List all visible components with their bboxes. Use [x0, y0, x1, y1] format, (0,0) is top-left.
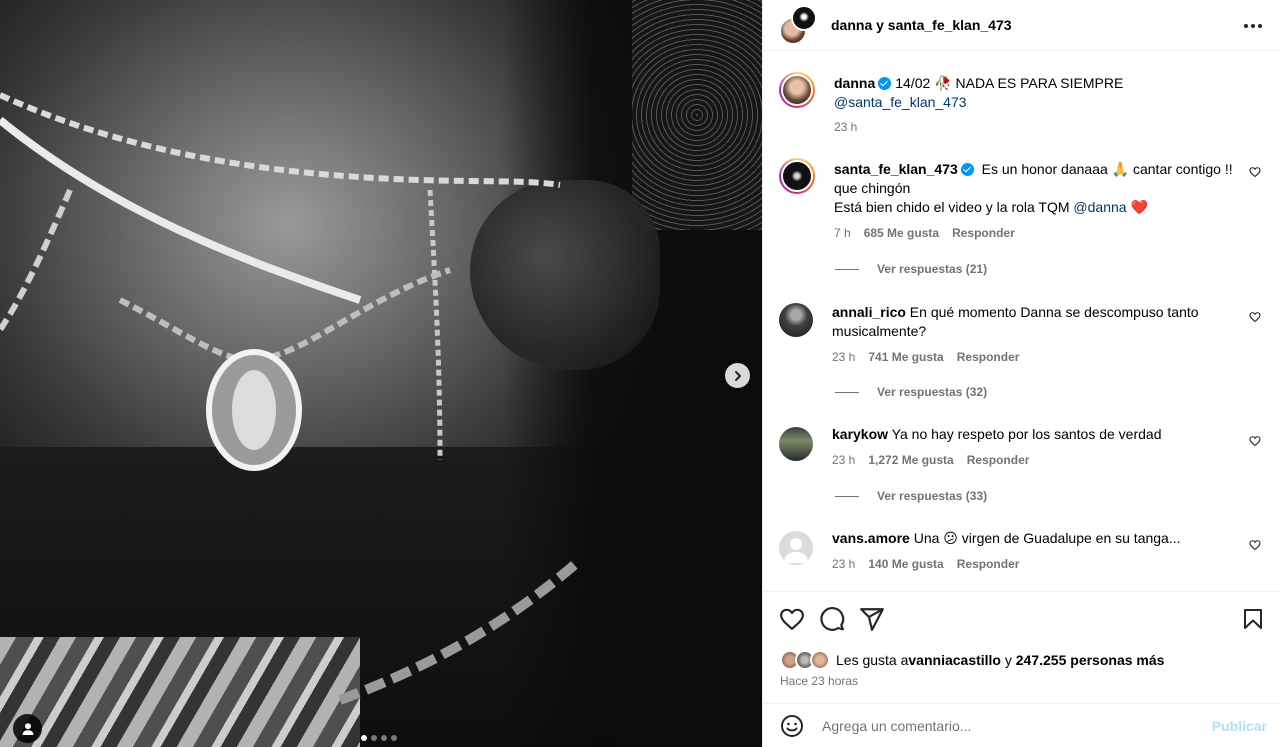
likes-summary: Les gusta a vanniacastillo y 247.255 per…: [780, 650, 1164, 670]
likes-count[interactable]: 247.255 personas más: [1016, 652, 1165, 668]
like-heart-icon[interactable]: [779, 606, 805, 632]
comment-item: karykow Ya no hay respeto por los santos…: [779, 425, 1273, 470]
post-timestamp[interactable]: Hace 23 horas: [780, 674, 858, 688]
carousel-indicator: [361, 735, 397, 741]
reply-button[interactable]: Responder: [957, 555, 1020, 574]
likes-middle: y: [1000, 652, 1016, 668]
heart-icon[interactable]: [1249, 435, 1261, 447]
comment-text: Es un honor danaaa: [977, 161, 1112, 177]
comment-text: virgen de Guadalupe en su tanga...: [957, 530, 1181, 546]
comment-time[interactable]: 7 h: [834, 224, 851, 243]
confused-emoji: 😕: [943, 530, 958, 546]
carousel-dot: [361, 735, 367, 741]
post-actions: Les gusta a vanniacastillo y 247.255 per…: [763, 591, 1280, 703]
avatar[interactable]: [791, 5, 817, 31]
instagram-post-modal: danna y santa_fe_klan_473 danna 14/02 🥀 N…: [0, 0, 1280, 747]
comment-likes[interactable]: 741 Me gusta: [868, 348, 943, 367]
emoji-icon[interactable]: [780, 714, 804, 738]
default-avatar-icon: [784, 538, 808, 563]
next-media-button[interactable]: [725, 363, 750, 388]
more-options-button[interactable]: [1241, 14, 1265, 38]
post-header-title[interactable]: danna y santa_fe_klan_473: [831, 17, 1012, 33]
more-icon: [1244, 24, 1262, 28]
comment-time[interactable]: 23 h: [832, 555, 855, 574]
heart-emoji: ❤️: [1130, 199, 1148, 215]
comment-text: Está bien chido el video y la rola TQM: [834, 199, 1074, 215]
comment-item: vans.amore Una 😕 virgen de Guadalupe en …: [779, 529, 1273, 574]
liker-avatars[interactable]: [780, 650, 834, 670]
post-sidebar: danna y santa_fe_klan_473 danna 14/02 🥀 N…: [762, 0, 1280, 747]
comment-mention[interactable]: @danna: [1073, 199, 1126, 215]
comment-icon[interactable]: [819, 606, 845, 632]
avatar[interactable]: [779, 303, 813, 337]
verified-badge-icon: [960, 163, 974, 176]
likes-prefix: Les gusta a: [836, 652, 909, 668]
media-chains: [0, 92, 584, 705]
carousel-dot: [391, 735, 397, 741]
publish-button[interactable]: Publicar: [1212, 718, 1267, 734]
comment-username[interactable]: santa_fe_klan_473: [834, 161, 958, 177]
comment-likes[interactable]: 685 Me gusta: [864, 224, 939, 243]
reply-button[interactable]: Responder: [952, 224, 1015, 243]
caption-time[interactable]: 23 h: [834, 118, 857, 137]
view-replies-button[interactable]: Ver respuestas (32): [835, 385, 987, 399]
avatar[interactable]: [779, 72, 815, 108]
comment-likes[interactable]: 1,272 Me gusta: [868, 451, 953, 470]
chevron-right-icon: [734, 370, 741, 381]
add-comment-bar: Publicar: [763, 703, 1280, 747]
post-media[interactable]: [0, 0, 762, 747]
comment-text: Una: [909, 530, 944, 546]
collab-avatars[interactable]: [779, 5, 819, 45]
carousel-dot: [381, 735, 387, 741]
post-header: danna y santa_fe_klan_473: [763, 0, 1280, 51]
comment-item: santa_fe_klan_473 Es un honor danaaa 🙏 c…: [779, 156, 1273, 243]
heart-icon[interactable]: [1249, 166, 1261, 178]
comment-text: Ya no hay respeto por los santos de verd…: [888, 426, 1162, 442]
comment-username[interactable]: karykow: [832, 426, 888, 442]
heart-icon[interactable]: [1249, 539, 1261, 551]
comment-input[interactable]: [822, 717, 1192, 734]
avatar[interactable]: [779, 531, 813, 565]
comment-username[interactable]: annali_rico: [832, 304, 906, 320]
view-replies-button[interactable]: Ver respuestas (21): [835, 262, 987, 276]
bookmark-icon[interactable]: [1241, 606, 1265, 632]
avatar[interactable]: [779, 427, 813, 461]
caption-mention[interactable]: @santa_fe_klan_473: [834, 94, 967, 110]
likes-user[interactable]: vanniacastillo: [908, 652, 1001, 668]
user-tag-icon: [22, 722, 33, 735]
comment-likes[interactable]: 140 Me gusta: [868, 555, 943, 574]
caption-username[interactable]: danna: [834, 75, 875, 91]
reply-button[interactable]: Responder: [967, 451, 1030, 470]
tagged-users-button[interactable]: [13, 714, 42, 743]
share-icon[interactable]: [859, 606, 885, 632]
post-caption: danna 14/02 🥀 NADA ES PARA SIEMPRE @santa…: [779, 70, 1273, 137]
heart-icon[interactable]: [1249, 311, 1261, 323]
comment-time[interactable]: 23 h: [832, 451, 855, 470]
carousel-dot: [371, 735, 377, 741]
reply-button[interactable]: Responder: [957, 348, 1020, 367]
comment-item: annali_rico En qué momento Danna se desc…: [779, 301, 1273, 367]
comment-time[interactable]: 23 h: [832, 348, 855, 367]
avatar[interactable]: [779, 158, 815, 194]
pray-emoji: 🙏: [1111, 161, 1130, 177]
rose-emoji: 🥀: [934, 75, 952, 91]
view-replies-button[interactable]: Ver respuestas (33): [835, 489, 987, 503]
comment-username[interactable]: vans.amore: [832, 530, 910, 546]
caption-text: NADA ES PARA SIEMPRE: [951, 75, 1124, 91]
verified-badge-icon: [878, 77, 892, 90]
caption-text-prefix: 14/02: [895, 75, 935, 91]
